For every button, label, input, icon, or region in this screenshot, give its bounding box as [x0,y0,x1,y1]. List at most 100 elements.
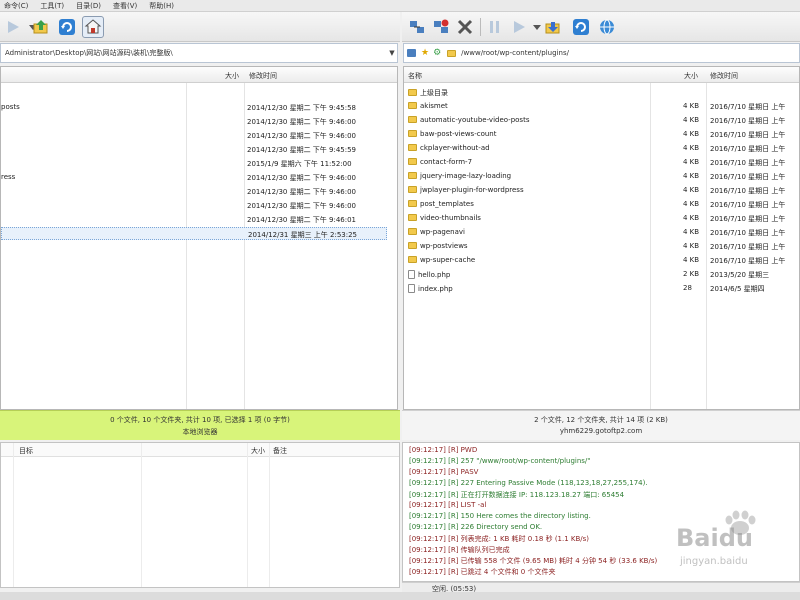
remote-file-row[interactable]: wp-pagenavi 4 KB 2016/7/10 星期日 上午 [404,226,799,239]
remote-file-row[interactable]: baw-post-views-count 4 KB 2016/7/10 星期日 上午 [404,128,799,141]
remote-status-summary: 2 个文件, 12 个文件夹, 共计 14 项 (2 KB) [534,416,668,424]
menu-help[interactable]: 帮助(H) [149,1,174,11]
menu-directory[interactable]: 目录(D) [76,1,101,11]
parent-directory-row[interactable]: 上级目录 [404,86,799,99]
file-modified: 2014/12/30 星期二 下午 9:46:00 [247,202,357,210]
file-modified: 2016/7/10 星期日 上午 [710,103,786,111]
remote-file-row[interactable]: video-thumbnails 4 KB 2016/7/10 星期日 上午 [404,212,799,225]
watermark-sub: jingyan.baidu [680,556,748,567]
local-file-row[interactable]: 2014/12/30 星期二 下午 9:46:01 [1,213,387,226]
remote-file-row[interactable]: ckplayer-without-ad 4 KB 2016/7/10 星期日 上午 [404,142,799,155]
menu-tools[interactable]: 工具(T) [40,1,64,11]
column-divider [13,443,14,587]
disconnect-icon[interactable] [430,16,452,38]
queue-column-target[interactable]: 目标 [19,446,33,456]
local-status-label: 本地浏览器 [182,428,218,436]
log-line: [09:12:17] [R] 列表完成: 1 KB 耗时 0.18 秒 (1.1… [409,535,590,543]
file-modified: 2014/12/30 星期二 下午 9:46:01 [247,216,357,224]
file-modified: 2014/12/30 星期二 下午 9:46:00 [247,132,357,140]
log-line: [09:12:17] [R] 150 Here comes the direct… [409,512,591,520]
pause-icon[interactable] [484,16,506,38]
remote-file-row[interactable]: wp-postviews 4 KB 2016/7/10 星期日 上午 [404,240,799,253]
column-divider [269,443,270,587]
file-modified: 2016/7/10 星期日 上午 [710,201,786,209]
remote-file-row[interactable]: post_templates 4 KB 2016/7/10 星期日 上午 [404,198,799,211]
delete-icon[interactable] [454,16,476,38]
refresh-icon[interactable] [570,16,592,38]
remote-path[interactable]: /www/root/wp-content/plugins/ [459,49,799,57]
file-name: index.php [408,284,453,293]
remote-file-list[interactable]: 名称 大小 修改时间 上级目录 akismet 4 KB 2016/7/10 星期日 … [403,66,800,410]
menu-command[interactable]: 命令(C) [4,1,28,11]
folder-icon [408,214,417,221]
local-path-bar[interactable]: Administrator\Desktop\网站\网站源码\装机\完整版\ ▼ [0,43,398,63]
file-size: 28 [683,284,692,292]
remote-file-row[interactable]: automatic-youtube-video-posts 4 KB 2016/7/… [404,114,799,127]
file-name: wp-pagenavi [408,228,465,236]
baidu-watermark: Baidu jingyan.baidu [672,510,800,580]
file-modified: 2016/7/10 星期日 上午 [710,145,786,153]
log-line: [09:12:17] [R] 传输队列已完成 [409,546,510,554]
local-file-row[interactable]: 2015/1/9 星期六 下午 11:52:00 [1,157,387,170]
star-icon[interactable]: ★ [421,48,429,58]
chevron-down-icon[interactable]: ▼ [387,49,397,57]
refresh-icon[interactable] [56,16,78,38]
file-name: ress [1,173,16,181]
local-file-row[interactable]: posts 2014/12/30 星期二 下午 9:45:58 [1,101,387,114]
column-modified[interactable]: 修改时间 [710,71,738,81]
local-file-row[interactable]: 2014/12/31 星期三 上午 2:53:25 [1,227,387,240]
file-modified: 2016/7/10 星期日 上午 [710,131,786,139]
remote-file-row[interactable]: wp-super-cache 4 KB 2016/7/10 星期日 上午 [404,254,799,267]
file-modified: 2014/12/31 星期三 上午 2:53:25 [248,231,358,239]
file-name: jquery-image-lazy-loading [408,172,511,180]
queue-header: 目标 大小 备注 [1,443,399,457]
column-size[interactable]: 大小 [225,71,239,81]
remote-file-row[interactable]: akismet 4 KB 2016/7/10 星期日 上午 [404,100,799,113]
folder-icon [447,49,457,57]
local-file-row[interactable]: 2014/12/30 星期二 下午 9:46:00 [1,115,387,128]
remote-toolbar [402,12,800,42]
remote-file-row[interactable]: hello.php 2 KB 2013/5/20 星期三 [404,268,799,281]
link-icon[interactable]: ⚙ [433,48,441,58]
remote-file-row[interactable]: jwplayer-plugin-for-wordpress 4 KB 2016/7/… [404,184,799,197]
file-name: jwplayer-plugin-for-wordpress [408,186,524,194]
remote-status-bar: 2 个文件, 12 个文件夹, 共计 14 项 (2 KB) yhm6229.g… [402,410,800,440]
remote-path-bar[interactable]: ★ ⚙ /www/root/wp-content/plugins/ [403,43,800,63]
upload-folder-icon[interactable] [30,16,52,38]
file-name-text: akismet [420,102,448,110]
window-bottom-edge [0,592,800,600]
file-name: ckplayer-without-ad [408,144,490,152]
globe-icon[interactable] [596,16,618,38]
home-icon[interactable] [82,16,104,38]
local-file-row[interactable]: 2014/12/30 星期二 下午 9:45:59 [1,143,387,156]
transfer-queue[interactable]: 目标 大小 备注 [0,442,400,588]
remote-file-row[interactable]: jquery-image-lazy-loading 4 KB 2016/7/10 星… [404,170,799,183]
folder-icon [408,89,417,96]
remote-file-row[interactable]: index.php 28 2014/6/5 星期四 [404,282,799,295]
file-name: wp-postviews [408,242,468,250]
queue-column-note[interactable]: 备注 [273,446,287,456]
column-name[interactable]: 名称 [408,71,422,81]
file-modified: 2014/6/5 星期四 [710,285,765,293]
download-folder-icon[interactable] [542,16,564,38]
local-file-list[interactable]: 大小 修改时间 posts 2014/12/30 星期二 下午 9:45:58 20… [0,66,398,410]
local-file-row[interactable]: ress 2014/12/30 星期二 下午 9:46:00 [1,171,387,184]
server-icon[interactable] [407,49,416,57]
local-column-header: 大小 修改时间 [1,67,397,83]
local-file-row[interactable]: 2014/12/30 星期二 下午 9:46:00 [1,185,387,198]
queue-column-size[interactable]: 大小 [251,446,265,456]
column-modified[interactable]: 修改时间 [249,71,277,81]
local-file-row[interactable]: 2014/12/30 星期二 下午 9:46:00 [1,199,387,212]
column-size[interactable]: 大小 [684,71,698,81]
file-name: video-thumbnails [408,214,481,222]
file-size: 4 KB [683,144,700,152]
local-status-bar: 0 个文件, 10 个文件夹, 共计 10 项, 已选择 1 项 (0 字节) … [0,410,400,440]
play-icon[interactable] [2,16,24,38]
local-path[interactable]: Administrator\Desktop\网站\网站源码\装机\完整版\ [1,48,387,58]
log-line: [09:12:17] [R] 226 Directory send OK. [409,523,543,531]
local-file-row[interactable]: 2014/12/30 星期二 下午 9:46:00 [1,129,387,142]
menu-view[interactable]: 查看(V) [113,1,137,11]
connect-icon[interactable] [406,16,428,38]
remote-file-row[interactable]: contact-form-7 4 KB 2016/7/10 星期日 上午 [404,156,799,169]
folder-icon [408,172,417,179]
